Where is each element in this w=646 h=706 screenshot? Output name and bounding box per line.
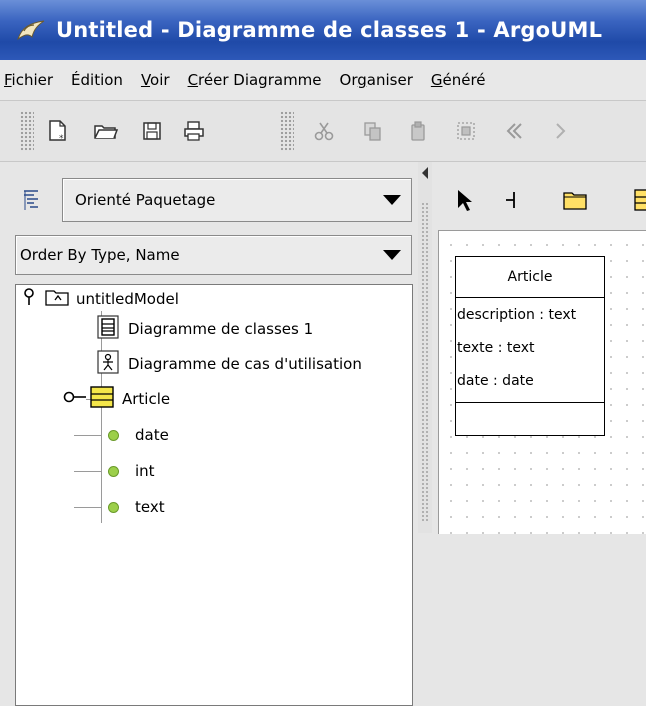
menu-creer-diagramme[interactable]: Créer Diagramme — [188, 71, 322, 89]
perspective-select-value: Orienté Paquetage — [75, 191, 216, 209]
main-toolbar: * — [0, 101, 646, 162]
perspective-icon — [22, 188, 40, 216]
tree-connector — [74, 471, 102, 472]
class-attribute[interactable]: texte : text — [456, 331, 604, 364]
menu-creer-mnemonic: C — [187, 71, 199, 89]
expand-handle-icon[interactable] — [62, 390, 88, 408]
tree-item-label: text — [135, 498, 165, 516]
save-icon[interactable] — [138, 118, 166, 144]
paste-icon[interactable] — [404, 118, 432, 144]
argouml-logo-icon[interactable] — [14, 15, 48, 45]
order-select[interactable]: Order By Type, Name — [15, 235, 412, 275]
menu-generer-mnemonic: G — [430, 71, 443, 89]
tree-item-label: untitledModel — [76, 290, 179, 308]
tree-item-label: int — [135, 462, 155, 480]
usecase-diagram-icon — [96, 349, 120, 379]
explorer-tree[interactable]: untitledModel Diagramme de classes 1 Dia… — [15, 284, 413, 706]
tree-item-label: Article — [122, 390, 171, 408]
select-arrow-icon[interactable] — [456, 188, 474, 216]
window-title: Untitled - Diagramme de classes 1 - Argo… — [56, 18, 603, 42]
splitter-grip[interactable] — [421, 202, 429, 522]
diagram-canvas[interactable]: Article description : text texte : text … — [438, 230, 646, 534]
collapse-left-icon[interactable] — [422, 167, 428, 179]
tree-item-attribute-text[interactable]: text — [108, 493, 165, 521]
pane-splitter[interactable] — [418, 162, 432, 533]
perspective-select[interactable]: Orienté Paquetage — [62, 178, 412, 222]
chevron-down-icon[interactable] — [383, 250, 401, 260]
tree-connector — [74, 435, 102, 436]
tree-item-attribute-date[interactable]: date — [108, 421, 169, 449]
tree-connector — [74, 507, 102, 508]
class-tool-icon[interactable] — [634, 189, 646, 215]
diagram-toolbar — [432, 162, 646, 226]
menu-organiser-mnemonic: g — [357, 71, 367, 89]
tree-item-attribute-int[interactable]: int — [108, 457, 155, 485]
attribute-dot-icon — [108, 501, 119, 513]
explorer-panel: Orienté Paquetage Order By Type, Name un… — [0, 162, 418, 706]
remove-icon[interactable] — [452, 118, 480, 144]
package-folder-icon — [44, 287, 70, 311]
copy-icon[interactable] — [358, 118, 386, 144]
menu-voir[interactable]: Voir — [141, 71, 170, 89]
tree-item-usecase-diagram[interactable]: Diagramme de cas d'utilisation — [96, 350, 362, 378]
tree-item-label: Diagramme de classes 1 — [128, 320, 314, 338]
tree-item-class-diagram[interactable]: Diagramme de classes 1 — [96, 315, 313, 343]
open-folder-icon[interactable] — [92, 118, 120, 144]
attribute-dot-icon — [108, 429, 119, 441]
title-bar: Untitled - Diagramme de classes 1 - Argo… — [0, 0, 646, 60]
menu-bar: Fichier Édition Voir Créer Diagramme Org… — [0, 60, 646, 101]
cut-icon[interactable] — [310, 118, 338, 144]
class-icon — [90, 386, 114, 412]
chevron-down-icon[interactable] — [383, 195, 401, 205]
menu-fichier[interactable]: Fichier — [4, 71, 53, 89]
class-node-article[interactable]: Article description : text texte : text … — [455, 256, 605, 436]
tree-item-label: date — [135, 426, 169, 444]
tree-item-untitled-model[interactable]: untitledModel — [22, 285, 179, 313]
attribute-dot-icon — [108, 465, 119, 477]
class-diagram-icon — [96, 314, 120, 344]
menu-generer[interactable]: Généré — [431, 71, 486, 89]
print-icon[interactable] — [180, 118, 208, 144]
navigate-back-icon[interactable] — [500, 118, 528, 144]
expand-handle-icon[interactable] — [22, 288, 38, 310]
svg-text:*: * — [59, 134, 64, 143]
toolbar-grip[interactable] — [20, 111, 34, 151]
toolbar-grip[interactable] — [280, 111, 294, 151]
class-attribute[interactable]: date : date — [456, 364, 604, 397]
order-select-value: Order By Type, Name — [20, 246, 180, 264]
navigate-forward-icon[interactable] — [548, 118, 576, 144]
menu-fichier-mnemonic: F — [4, 71, 12, 89]
new-document-icon[interactable]: * — [44, 118, 72, 144]
tree-item-label: Diagramme de cas d'utilisation — [128, 355, 362, 373]
menu-edition[interactable]: Édition — [71, 71, 123, 89]
package-icon[interactable] — [562, 189, 588, 215]
menu-voir-mnemonic: V — [140, 71, 151, 89]
broom-icon[interactable] — [502, 190, 520, 214]
class-node-attributes[interactable]: description : text texte : text date : d… — [456, 298, 604, 403]
class-attribute[interactable]: description : text — [456, 298, 604, 331]
class-node-name[interactable]: Article — [456, 257, 604, 298]
menu-organiser[interactable]: Organiser — [340, 71, 413, 89]
tree-item-article-class[interactable]: Article — [62, 385, 170, 413]
